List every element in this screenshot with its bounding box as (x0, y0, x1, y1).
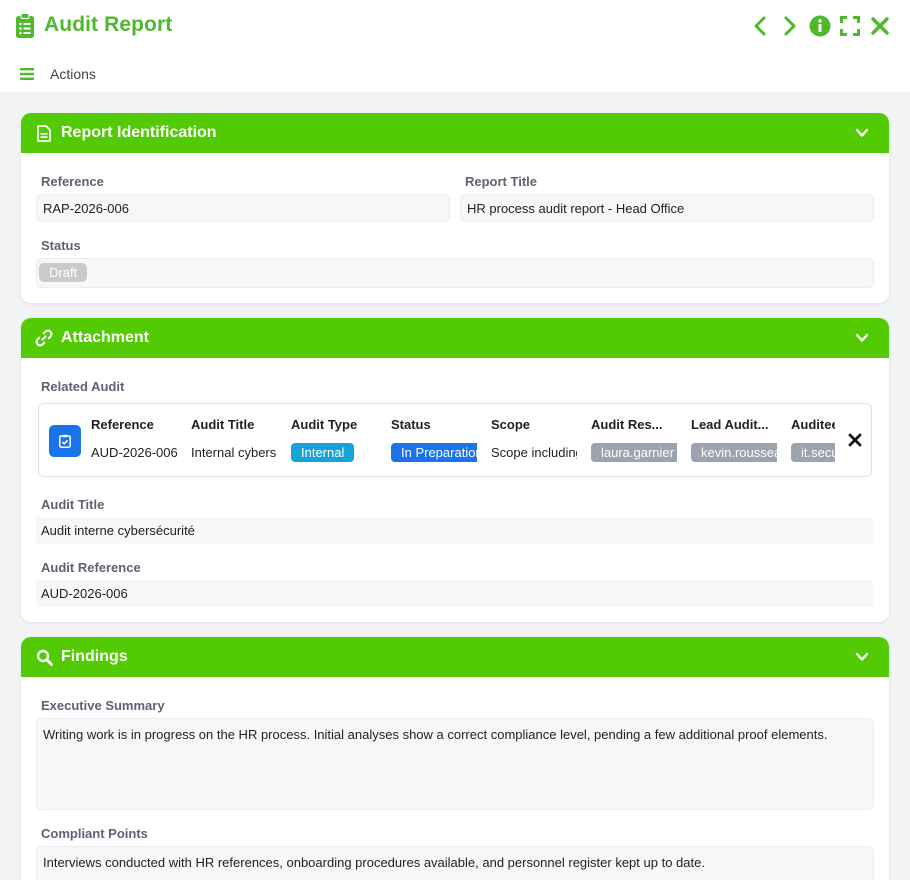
hamburger-menu-icon[interactable] (20, 68, 34, 80)
info-icon[interactable] (808, 14, 832, 38)
audit-type-badge: Internal (291, 443, 355, 462)
actions-menu[interactable]: Actions (20, 66, 96, 82)
column-header: Reference (91, 417, 154, 432)
executive-summary-textarea[interactable]: Writing work is in progress on the HR pr… (36, 718, 874, 810)
user-badge: laura.garnier (591, 443, 677, 462)
column-header: Status (391, 417, 431, 432)
status-badge: Draft (39, 263, 88, 282)
lead-auditor-column: Lead Audit... kevin.rousseau (691, 417, 777, 463)
report-title-field[interactable]: HR process audit report - Head Office (460, 194, 874, 222)
chevron-down-icon[interactable] (855, 331, 869, 345)
column-header: Lead Audit... (691, 417, 769, 432)
section-title: Report Identification (61, 124, 217, 141)
actions-menu-label[interactable]: Actions (50, 66, 96, 82)
findings-section: Findings Executive Summary Writing work … (21, 637, 889, 880)
page-title: Audit Report (44, 13, 173, 36)
expand-icon[interactable] (838, 14, 862, 38)
status-field[interactable]: Draft (36, 258, 874, 288)
audit-title-column: Audit Title Internal cybersecurity audit (191, 417, 277, 463)
column-header: Audit Title (191, 417, 255, 432)
remove-icon[interactable] (847, 432, 863, 448)
status-label: Status (41, 238, 81, 253)
reference-field[interactable]: RAP-2026-006 (36, 194, 450, 222)
reference-label: Reference (41, 174, 104, 189)
column-value: AUD-2026-006 (91, 445, 177, 460)
column-value-wrap: it.security (791, 443, 835, 463)
column-value-wrap: laura.garnier (591, 443, 677, 463)
column-value-wrap: In Preparation (391, 443, 477, 463)
audit-reference-field[interactable]: AUD-2026-006 (36, 580, 874, 607)
search-icon (35, 648, 53, 666)
report-identification-header[interactable]: Report Identification (21, 113, 889, 153)
audit-reference-label: Audit Reference (41, 560, 141, 575)
column-value: Internal cybersecurity audit (191, 445, 277, 460)
findings-header[interactable]: Findings (21, 637, 889, 677)
related-audit-card[interactable]: Reference AUD-2026-006 Audit Title Inter… (38, 403, 872, 477)
column-header: Auditee (791, 417, 835, 432)
section-title: Findings (61, 648, 128, 665)
audit-clipboard-icon (49, 425, 81, 457)
link-icon (35, 329, 53, 347)
compliant-points-textarea[interactable]: Interviews conducted with HR references,… (36, 846, 874, 880)
audit-status-badge: In Preparation (391, 443, 477, 462)
column-header: Audit Type (291, 417, 358, 432)
close-icon[interactable] (868, 14, 892, 38)
attachment-section: Attachment Related Audit Reference AUD-2… (21, 318, 889, 622)
column-value-wrap: Internal (291, 443, 377, 463)
attachment-header[interactable]: Attachment (21, 318, 889, 358)
chevron-down-icon[interactable] (855, 650, 869, 664)
column-header: Audit Res... (591, 417, 663, 432)
column-value-wrap: kevin.rousseau (691, 443, 777, 463)
auditee-column: Auditee it.security (791, 417, 835, 463)
related-audit-label: Related Audit (41, 379, 125, 394)
chevron-right-icon[interactable] (778, 14, 802, 38)
chevron-down-icon[interactable] (855, 126, 869, 140)
column-header: Scope (491, 417, 531, 432)
report-identification-section: Report Identification Reference RAP-2026… (21, 113, 889, 303)
executive-summary-label: Executive Summary (41, 698, 165, 713)
clipboard-list-icon (16, 13, 34, 38)
section-title: Attachment (61, 329, 150, 346)
audit-title-label: Audit Title (41, 497, 105, 512)
audit-reference-column: Reference AUD-2026-006 (91, 417, 177, 463)
window-actions (748, 14, 892, 38)
audit-type-column: Audit Type Internal (291, 417, 377, 463)
user-badge: kevin.rousseau (691, 443, 777, 462)
report-title-label: Report Title (465, 174, 537, 189)
user-badge: it.security (791, 443, 835, 462)
title-bar: Audit Report Actions (0, 0, 910, 92)
column-value: Scope including (491, 445, 577, 460)
document-icon (35, 124, 53, 142)
audit-responsible-column: Audit Res... laura.garnier (591, 417, 677, 463)
audit-title-field[interactable]: Audit interne cybersécurité (36, 517, 874, 544)
compliant-points-label: Compliant Points (41, 826, 148, 841)
chevron-left-icon[interactable] (748, 14, 772, 38)
audit-status-column: Status In Preparation (391, 417, 477, 463)
audit-scope-column: Scope Scope including (491, 417, 577, 463)
